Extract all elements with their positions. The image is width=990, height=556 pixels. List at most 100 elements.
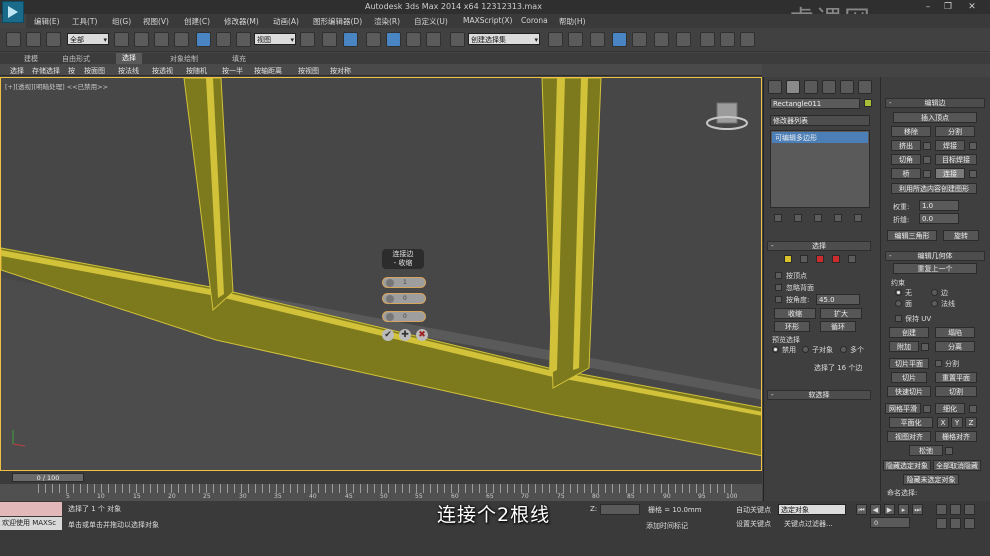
ribbon-cmd[interactable]: 按视图 bbox=[298, 66, 319, 76]
chamfer-button[interactable]: 切角 bbox=[891, 154, 921, 165]
viewport-label[interactable]: [+][透视][明暗处理] <<已禁用>> bbox=[5, 81, 108, 91]
select-object-icon[interactable] bbox=[114, 32, 129, 47]
make-unique-icon[interactable] bbox=[814, 214, 822, 222]
mirror-icon[interactable] bbox=[548, 32, 563, 47]
bridge-settings-icon[interactable] bbox=[923, 170, 931, 178]
modifier-list-dropdown[interactable]: 修改器列表 bbox=[770, 115, 870, 126]
maxscript-welcome[interactable]: 欢迎使用 MAXSc bbox=[0, 517, 62, 530]
constraint-face-radio[interactable] bbox=[895, 300, 902, 307]
current-frame-field[interactable]: 0 bbox=[870, 517, 910, 528]
window-crossing-icon[interactable] bbox=[174, 32, 189, 47]
graphite-toggle-icon[interactable] bbox=[612, 32, 627, 47]
remove-modifier-icon[interactable] bbox=[834, 214, 842, 222]
connect-settings-icon[interactable] bbox=[969, 170, 977, 178]
hide-selected-button[interactable]: 隐藏选定对象 bbox=[883, 460, 931, 471]
ribbon-cmd[interactable]: 按对称 bbox=[330, 66, 351, 76]
cancel-icon[interactable]: ✖ bbox=[416, 329, 428, 341]
pinch-field[interactable]: 0 bbox=[382, 293, 426, 304]
apply-icon[interactable]: ✚ bbox=[399, 329, 411, 341]
tab-object-paint[interactable]: 对象绘制 bbox=[170, 54, 198, 64]
menu-help[interactable]: 帮助(H) bbox=[559, 16, 586, 27]
menu-rendering[interactable]: 渲染(R) bbox=[374, 16, 400, 27]
edge-mode-icon[interactable] bbox=[800, 255, 808, 263]
slice-button[interactable]: 切片 bbox=[891, 372, 927, 383]
unlink-icon[interactable] bbox=[26, 32, 41, 47]
field-of-view-icon[interactable] bbox=[936, 518, 947, 529]
ribbon-cmd[interactable]: 按轴距离 bbox=[254, 66, 282, 76]
tessellate-settings-icon[interactable] bbox=[969, 405, 977, 413]
angle-spinner[interactable]: 45.0 bbox=[816, 294, 860, 305]
menu-views[interactable]: 视图(V) bbox=[143, 16, 169, 27]
by-angle-checkbox[interactable] bbox=[775, 296, 782, 303]
hierarchy-tab-icon[interactable] bbox=[804, 80, 818, 94]
maxscript-listener-mini[interactable] bbox=[0, 502, 62, 516]
close-button[interactable]: ✕ bbox=[964, 1, 980, 13]
select-by-name-icon[interactable] bbox=[134, 32, 149, 47]
show-end-result-icon[interactable] bbox=[794, 214, 802, 222]
element-mode-icon[interactable] bbox=[848, 255, 856, 263]
soft-selection-rollout-header[interactable]: 软选择 bbox=[767, 390, 871, 400]
edit-named-sel-icon[interactable] bbox=[450, 32, 465, 47]
constraint-edge-radio[interactable] bbox=[931, 289, 938, 296]
cut-button[interactable]: 切割 bbox=[935, 386, 977, 397]
pivot-center-icon[interactable] bbox=[300, 32, 315, 47]
material-editor-icon[interactable] bbox=[676, 32, 691, 47]
trackbar[interactable]: 5 10 15 20 25 30 35 40 45 50 55 60 65 70… bbox=[0, 484, 762, 501]
reference-coord-dropdown[interactable]: 视图 bbox=[254, 33, 296, 46]
app-logo-icon[interactable] bbox=[2, 1, 24, 23]
create-tab-icon[interactable] bbox=[768, 80, 782, 94]
maximize-viewport-icon[interactable] bbox=[964, 518, 975, 529]
ribbon-cmd[interactable]: 选择 bbox=[10, 66, 24, 76]
render-setup-icon[interactable] bbox=[700, 32, 715, 47]
shrink-button[interactable]: 收缩 bbox=[774, 308, 816, 319]
menu-animation[interactable]: 动画(A) bbox=[273, 16, 299, 27]
orbit-icon[interactable] bbox=[964, 504, 975, 515]
loop-button[interactable]: 循环 bbox=[820, 321, 856, 332]
preview-subobject-radio[interactable] bbox=[802, 346, 809, 353]
display-tab-icon[interactable] bbox=[840, 80, 854, 94]
slide-field[interactable]: 0 bbox=[382, 311, 426, 322]
ribbon-cmd[interactable]: 按一半 bbox=[222, 66, 243, 76]
grow-button[interactable]: 扩大 bbox=[820, 308, 862, 319]
chamfer-settings-icon[interactable] bbox=[923, 156, 931, 164]
ignore-backfacing-checkbox[interactable] bbox=[775, 284, 782, 291]
planar-x-button[interactable]: X bbox=[937, 417, 949, 428]
z-coordinate-field[interactable] bbox=[600, 504, 640, 515]
rect-selection-icon[interactable] bbox=[154, 32, 169, 47]
link-icon[interactable] bbox=[6, 32, 21, 47]
time-slider[interactable]: 0 / 100 bbox=[12, 473, 84, 482]
crease-spinner[interactable]: 0.0 bbox=[919, 213, 959, 224]
play-icon[interactable]: ▶ bbox=[884, 504, 895, 515]
ribbon-cmd[interactable]: 按面图 bbox=[84, 66, 105, 76]
menu-group[interactable]: 组(G) bbox=[112, 16, 131, 27]
rotate-icon[interactable] bbox=[216, 32, 231, 47]
pan-icon[interactable] bbox=[936, 504, 947, 515]
zoom-icon[interactable] bbox=[950, 504, 961, 515]
ribbon-cmd[interactable]: 按 bbox=[68, 66, 75, 76]
preserve-uv-checkbox[interactable] bbox=[895, 315, 902, 322]
attach-button[interactable]: 附加 bbox=[889, 341, 919, 352]
split-button[interactable]: 分割 bbox=[935, 126, 975, 137]
zoom-extents-icon[interactable] bbox=[950, 518, 961, 529]
turn-button[interactable]: 旋转 bbox=[943, 230, 979, 241]
create-shape-button[interactable]: 利用所选内容创建图形 bbox=[891, 183, 977, 194]
quickslice-button[interactable]: 快速切片 bbox=[887, 386, 931, 397]
bind-spacewarp-icon[interactable] bbox=[46, 32, 61, 47]
scale-icon[interactable] bbox=[236, 32, 251, 47]
move-icon[interactable] bbox=[196, 32, 211, 47]
by-vertex-checkbox[interactable] bbox=[775, 272, 782, 279]
relax-button[interactable]: 松弛 bbox=[909, 445, 943, 456]
constraint-normal-radio[interactable] bbox=[931, 300, 938, 307]
next-frame-icon[interactable]: ▸ bbox=[898, 504, 909, 515]
split-checkbox[interactable] bbox=[935, 360, 942, 367]
planar-z-button[interactable]: Z bbox=[965, 417, 977, 428]
hide-unselected-button[interactable]: 隐藏未选定对象 bbox=[903, 474, 959, 485]
tab-freeform[interactable]: 自由形式 bbox=[62, 54, 90, 64]
ribbon-cmd[interactable]: 存储选择 bbox=[32, 66, 60, 76]
weld-settings-icon[interactable] bbox=[969, 142, 977, 150]
bridge-button[interactable]: 桥 bbox=[891, 168, 921, 179]
detach-button[interactable]: 分离 bbox=[935, 341, 975, 352]
preview-disabled-radio[interactable] bbox=[772, 346, 779, 353]
snap-toggle-icon[interactable] bbox=[366, 32, 381, 47]
ribbon-cmd[interactable]: 按随机 bbox=[186, 66, 207, 76]
